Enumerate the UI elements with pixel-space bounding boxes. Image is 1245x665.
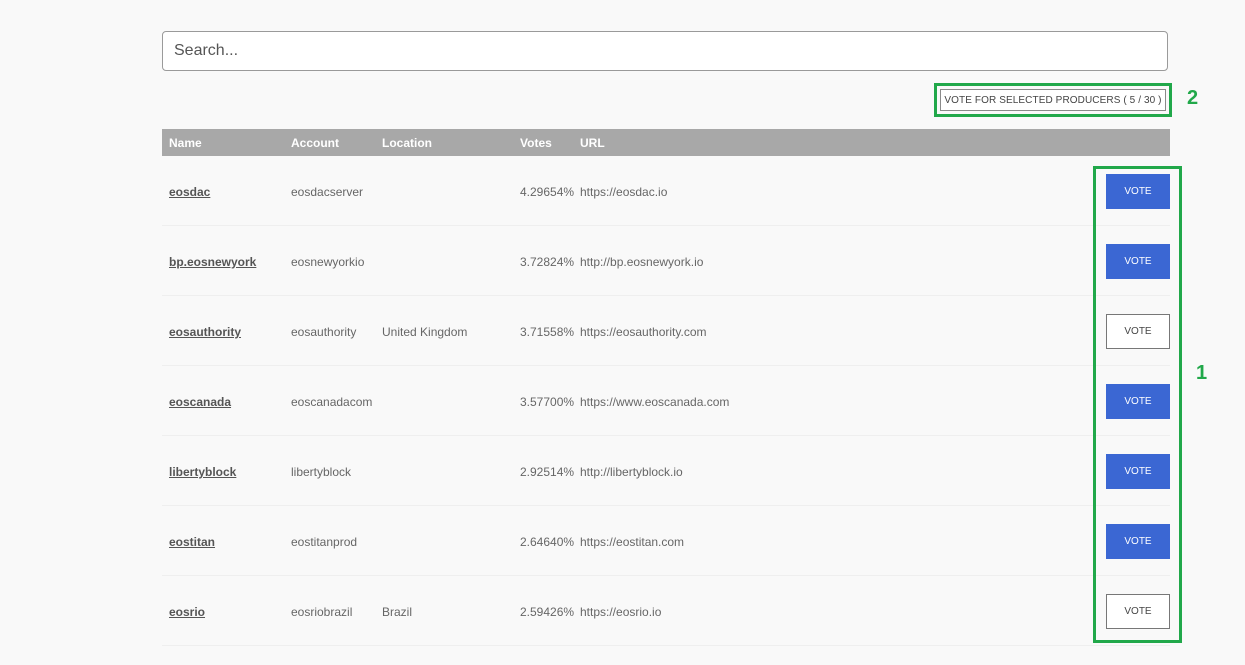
table-header: Name Account Location Votes URL: [162, 129, 1170, 156]
producer-name-link[interactable]: eosauthority: [169, 325, 241, 339]
table-row: bp.eosnewyork eosnewyorkio 3.72824% http://…: [162, 226, 1170, 296]
column-header-url: URL: [580, 136, 605, 150]
column-header-location: Location: [382, 136, 432, 150]
vote-button[interactable]: VOTE: [1106, 524, 1170, 559]
annotation-label-2: 2: [1187, 87, 1199, 109]
producer-name-link[interactable]: libertyblock: [169, 465, 236, 479]
producers-table-body: eosdac eosdacserver 4.29654% https://eosdac…: [162, 156, 1170, 646]
table-row: eoscanada eoscanadacom 3.57700% https://www…: [162, 366, 1170, 436]
search-input[interactable]: [162, 31, 1168, 71]
producer-account: eosdacserver: [291, 185, 364, 199]
producer-votes: 4.29654%: [520, 185, 575, 199]
producer-location: Brazil: [382, 605, 413, 619]
producer-url: https://www.eoscanada.com: [580, 395, 730, 409]
vote-for-selected-producers-button[interactable]: VOTE FOR SELECTED PRODUCERS ( 5 / 30 ): [940, 89, 1166, 111]
vote-selected-highlight: VOTE FOR SELECTED PRODUCERS ( 5 / 30 ): [934, 83, 1172, 117]
producer-votes: 3.57700%: [520, 395, 575, 409]
producer-url: https://eosrio.io: [580, 605, 662, 619]
producer-votes: 2.92514%: [520, 465, 575, 479]
producer-votes: 3.71558%: [520, 325, 575, 339]
producer-account: eoscanadacom: [291, 395, 373, 409]
producer-name-link[interactable]: eosdac: [169, 185, 210, 199]
vote-button[interactable]: VOTE: [1106, 454, 1170, 489]
producer-name-link[interactable]: eoscanada: [169, 395, 231, 409]
producer-votes: 2.64640%: [520, 535, 575, 549]
producer-url: https://eostitan.com: [580, 535, 685, 549]
producer-url: https://eosdac.io: [580, 185, 668, 199]
producer-url: http://bp.eosnewyork.io: [580, 255, 704, 269]
producer-name-link[interactable]: eostitan: [169, 535, 215, 549]
vote-button[interactable]: VOTE: [1106, 384, 1170, 419]
producer-account: eostitanprod: [291, 535, 358, 549]
table-row: eosauthority eosauthority United Kingdom 3.…: [162, 296, 1170, 366]
table-row: eosrio eosriobrazil Brazil 2.59426% https://…: [162, 576, 1170, 646]
table-row: libertyblock libertyblock 2.92514% http://l…: [162, 436, 1170, 506]
vote-button[interactable]: VOTE: [1106, 314, 1170, 349]
annotation-label-1: 1: [1196, 362, 1208, 384]
table-row: eosdac eosdacserver 4.29654% https://eosdac…: [162, 156, 1170, 226]
column-header-account: Account: [291, 136, 339, 150]
column-header-name: Name: [169, 136, 202, 150]
producer-url: http://libertyblock.io: [580, 465, 683, 479]
producer-account: libertyblock: [291, 465, 352, 479]
producer-name-link[interactable]: eosrio: [169, 605, 205, 619]
producer-account: eosnewyorkio: [291, 255, 365, 269]
vote-button[interactable]: VOTE: [1106, 594, 1170, 629]
vote-button[interactable]: VOTE: [1106, 174, 1170, 209]
producer-location: United Kingdom: [382, 325, 468, 339]
producer-votes: 2.59426%: [520, 605, 575, 619]
vote-button[interactable]: VOTE: [1106, 244, 1170, 279]
producer-account: eosriobrazil: [291, 605, 353, 619]
producer-name-link[interactable]: bp.eosnewyork: [169, 255, 256, 269]
table-row: eostitan eostitanprod 2.64640% https://eost…: [162, 506, 1170, 576]
producer-votes: 3.72824%: [520, 255, 575, 269]
producer-url: https://eosauthority.com: [580, 325, 707, 339]
producer-account: eosauthority: [291, 325, 357, 339]
column-header-votes: Votes: [520, 136, 552, 150]
